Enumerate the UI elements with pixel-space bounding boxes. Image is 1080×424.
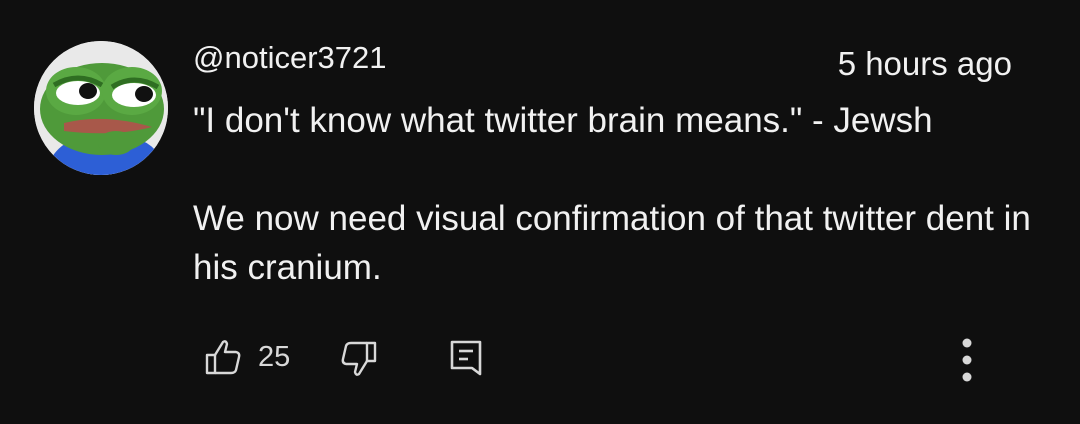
like-count: 25 [258, 340, 291, 373]
comment-body: "I don't know what twitter brain means."… [193, 96, 1033, 292]
avatar[interactable] [34, 41, 168, 175]
comment-timestamp: 5 hours ago [837, 45, 1012, 82]
like-button[interactable]: 25 [204, 338, 290, 376]
comment-item: @noticer3721 5 hours ago "I don't know w… [0, 0, 1080, 424]
reply-button[interactable] [448, 338, 484, 378]
comment-paragraph: We now need visual confirmation of that … [193, 199, 1031, 287]
frog-avatar-image [34, 41, 168, 175]
comment-paragraph: "I don't know what twitter brain means."… [193, 101, 933, 140]
more-options-button[interactable] [954, 334, 980, 384]
comment-author[interactable]: @noticer3721 [193, 38, 386, 78]
thumbs-down-icon [341, 341, 377, 376]
reply-icon [450, 340, 482, 376]
more-vertical-icon [962, 338, 972, 382]
dislike-button[interactable] [340, 340, 378, 378]
comment-actions: 25 [0, 330, 1080, 390]
thumbs-up-icon [205, 340, 241, 375]
